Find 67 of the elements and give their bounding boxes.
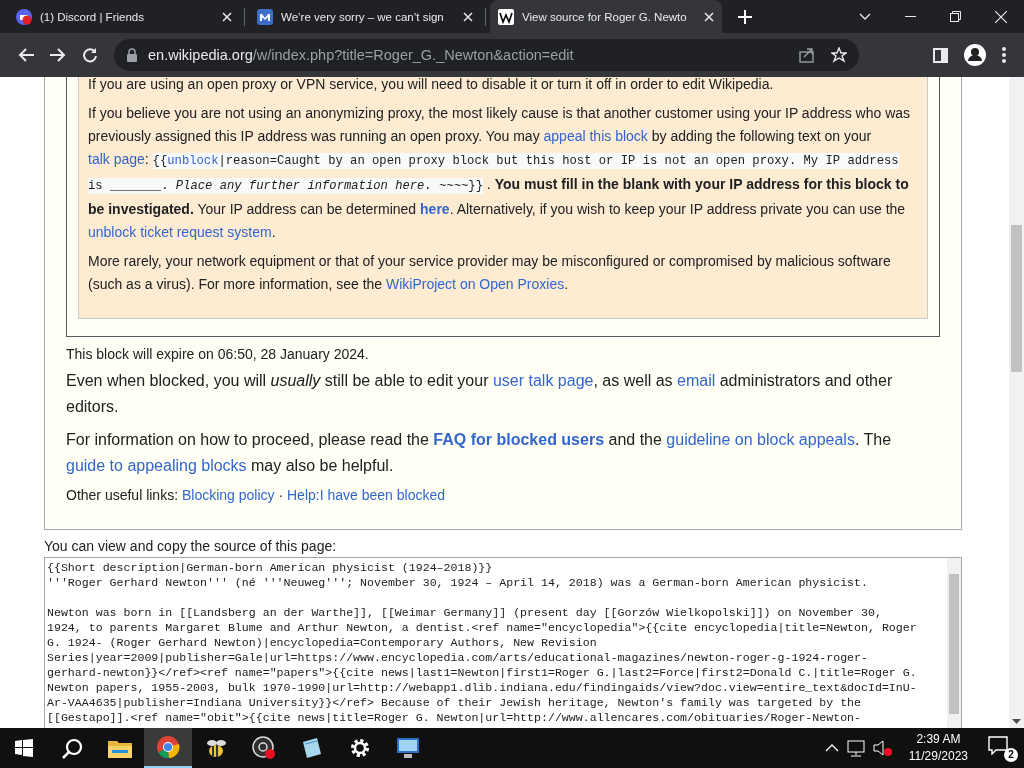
browser-tab[interactable]: (1) Discord | Friends [8, 0, 240, 33]
link[interactable]: guide to appealing blocks [66, 457, 247, 474]
link[interactable]: user talk page [492, 372, 594, 389]
bee-icon [204, 737, 228, 759]
menu-icon[interactable] [1002, 47, 1006, 63]
link[interactable]: FAQ for blocked users [433, 431, 605, 448]
notepad-icon [300, 736, 324, 760]
link[interactable]: Blocking policy [181, 487, 275, 503]
close-icon[interactable] [463, 11, 473, 22]
search-icon [61, 737, 83, 759]
useful-links-text: Other useful links: Blocking policy · Help:I have been blocked [66, 487, 446, 503]
link[interactable]: appeal this block [543, 128, 648, 144]
code-snippet: is _______. Place any further information here. ~~~~}} [88, 178, 483, 194]
link[interactable]: here [420, 201, 450, 217]
close-icon[interactable] [222, 11, 232, 22]
muted-speaker-icon[interactable] [872, 739, 893, 757]
scrollbar[interactable] [947, 558, 961, 728]
reload-icon[interactable] [82, 47, 98, 63]
round-logo-icon [16, 8, 32, 25]
close-icon[interactable] [995, 10, 1007, 23]
record-icon [252, 736, 276, 760]
link[interactable]: unblock ticket request system [88, 224, 272, 240]
lock-icon [126, 48, 138, 62]
square-logo-icon [498, 8, 514, 25]
forward-icon[interactable] [50, 47, 66, 63]
scroll-down-icon[interactable] [1012, 719, 1021, 724]
chevron-icon[interactable] [859, 13, 871, 20]
notification-badge: 2 [1004, 748, 1018, 762]
paragraph: If you are using an open proxy or VPN service, you will need to disable it or turn it off in order to edit Wikipedia. [88, 77, 775, 94]
star-icon[interactable] [831, 47, 847, 63]
monitor-icon [396, 736, 420, 760]
source-label: You can view and copy the source of this page: [44, 538, 338, 554]
taskbar-button[interactable] [144, 728, 192, 768]
code-snippet: {{unblock|reason=Caught by an open proxy block but this host or IP is not an open proxy. My IP address [152, 153, 899, 169]
link[interactable]: email [677, 372, 716, 389]
scrollbar-thumb[interactable] [949, 574, 959, 714]
share-icon[interactable] [799, 47, 815, 63]
address-bar[interactable]: en.wikipedia.org/w/index.php?title=Roger_G._Newton&action=edit [114, 39, 859, 71]
paragraph: More rarely, your network equipment or that of your service provider may be misconfigured or compromised by malicious software (such as a virus). For more information, see the WikiProject on Open Proxies. [88, 252, 892, 294]
link[interactable]: talk page [88, 151, 145, 167]
notification-button[interactable]: 2 [988, 736, 1018, 760]
profile-icon[interactable] [964, 44, 986, 66]
clock[interactable]: 2:39 AM 11/29/2023 [900, 731, 976, 765]
close-icon[interactable] [704, 11, 714, 22]
network-icon[interactable] [846, 739, 865, 757]
folder-icon [108, 738, 132, 758]
message-icon [988, 736, 1008, 755]
square-logo-icon [257, 8, 273, 25]
new-tab-icon[interactable] [738, 9, 752, 24]
browser-tab[interactable]: View source for Roger G. Newto [490, 0, 722, 33]
paragraph: If you believe you are not using an anonymizing proxy, the most likely cause is that another customer using your IP address who was previously assigned this IP address was running an open proxy. You may appeal this block by adding the following text on your talk page: {{unblock|reason=Caught by an open proxy block but this host or IP is not an open proxy. My IP address is _______. Place any further information here. ~~~~}} . You must fill in the blank with your IP address for this block to be investigated. Your IP address can be determined here. Alternatively, if you wish to keep your IP address private you can use the unblock ticket request system. [88, 104, 912, 242]
back-icon[interactable] [18, 47, 34, 63]
scrollbar-thumb[interactable] [1011, 225, 1022, 372]
settings-icon [349, 737, 371, 759]
link[interactable]: guideline on block appeals [666, 431, 855, 448]
page-scrollbar[interactable] [1009, 77, 1024, 728]
side-panel-icon[interactable] [933, 47, 948, 63]
chevron-up-icon[interactable] [824, 744, 839, 752]
browser-tab[interactable]: We’re very sorry – we can’t sign [249, 0, 481, 33]
paragraph: Even when blocked, you will usually still be able to edit your user talk page, as well as email administrators and other editors. [66, 371, 894, 417]
expiry-text: This block will expire on 06:50, 28 January 2024. [66, 346, 370, 362]
paragraph: For information on how to proceed, please read the FAQ for blocked users and the guideline on block appeals. The guide to appealing blocks may also be helpful. [66, 430, 893, 476]
start-icon[interactable] [15, 739, 33, 757]
link[interactable]: Help:I have been blocked [287, 487, 445, 503]
restore-icon[interactable] [950, 11, 961, 22]
browser-icon [156, 735, 180, 759]
link[interactable]: unblock [167, 154, 219, 168]
